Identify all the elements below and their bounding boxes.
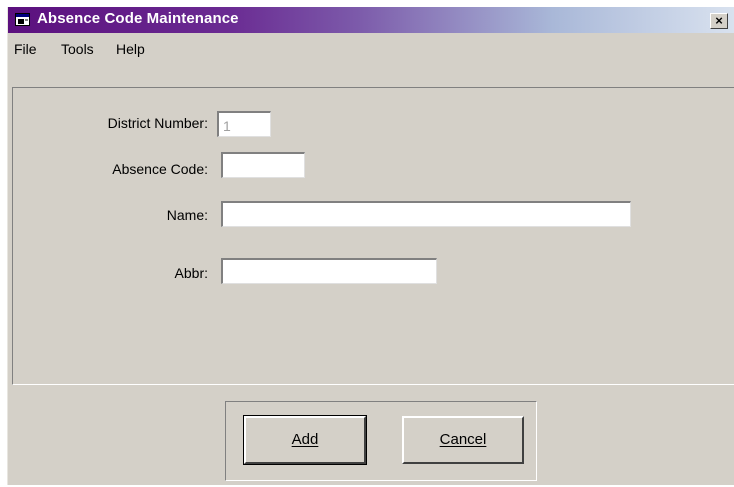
absence-code-label: Absence Code: xyxy=(112,161,208,177)
menu-tools[interactable]: Tools xyxy=(61,41,94,57)
close-icon: × xyxy=(715,13,723,28)
abbr-field[interactable] xyxy=(221,258,437,284)
title-bar[interactable]: Absence Code Maintenance × xyxy=(8,7,734,33)
close-button[interactable]: × xyxy=(710,13,728,29)
window-title: Absence Code Maintenance xyxy=(37,10,239,27)
add-button[interactable]: Add xyxy=(243,415,367,465)
button-panel: Add Cancel xyxy=(225,401,537,481)
abbr-label: Abbr: xyxy=(174,265,208,281)
window-app-icon xyxy=(15,13,30,26)
name-label: Name: xyxy=(166,207,208,223)
menu-bar: File Tools Help xyxy=(8,33,734,65)
add-button-label: Add xyxy=(291,431,319,448)
absence-code-field[interactable] xyxy=(221,152,305,178)
absence-code-window: Absence Code Maintenance × File Tools He… xyxy=(7,7,734,485)
menu-help[interactable]: Help xyxy=(116,41,145,57)
name-field[interactable] xyxy=(221,201,631,227)
cancel-button[interactable]: Cancel xyxy=(402,416,524,464)
district-number-field[interactable] xyxy=(217,111,271,137)
form-panel xyxy=(12,87,734,385)
menu-file[interactable]: File xyxy=(14,41,37,57)
cancel-button-label: Cancel xyxy=(439,431,487,448)
district-number-label: District Number: xyxy=(107,115,208,131)
